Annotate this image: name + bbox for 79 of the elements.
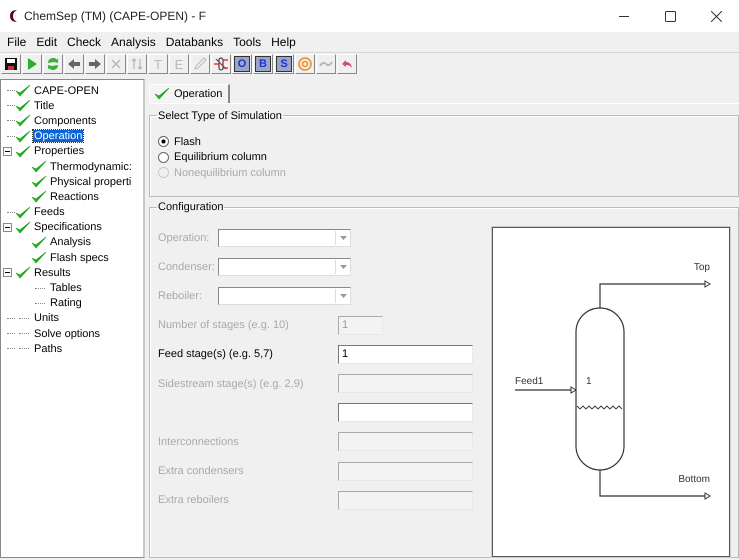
group-title: Configuration xyxy=(157,201,224,213)
window-title: ChemSep (TM) (CAPE-OPEN) - F xyxy=(24,9,208,23)
radio-button[interactable] xyxy=(158,152,169,163)
field-label: Feed stage(s) (e.g. 5,7) xyxy=(158,348,274,360)
toolbar-button[interactable]: S xyxy=(274,54,294,74)
pencil-icon xyxy=(192,56,208,72)
maximize-icon xyxy=(664,10,676,22)
forward-button[interactable] xyxy=(85,54,105,74)
tree-item[interactable]: Feeds xyxy=(33,206,66,218)
dropdown[interactable] xyxy=(218,286,351,305)
feed-label: Feed1 xyxy=(515,376,544,387)
tree-item[interactable]: Physical properti xyxy=(49,176,132,188)
option-label: Nonequilibrium column xyxy=(174,166,286,179)
collapse-icon[interactable] xyxy=(3,146,12,156)
close-icon xyxy=(710,10,722,22)
tree-item[interactable]: Specifications xyxy=(33,221,103,234)
tree-item[interactable]: Thermodynamic: xyxy=(49,160,133,173)
menu-item[interactable]: File xyxy=(2,35,32,49)
menu-item[interactable]: Check xyxy=(62,35,106,49)
app-logo-icon xyxy=(8,9,18,23)
collapse-icon[interactable] xyxy=(3,268,12,278)
tree-item[interactable]: Components xyxy=(33,114,98,127)
menu-item[interactable]: Edit xyxy=(31,35,62,49)
tree-item[interactable]: Analysis xyxy=(49,236,92,248)
tree-item[interactable]: Rating xyxy=(49,297,83,310)
field-label: Sidestream stage(s) (e.g. 2,9) xyxy=(158,378,305,390)
undo-button[interactable] xyxy=(337,54,357,74)
menu-item[interactable]: Analysis xyxy=(106,35,161,49)
option-label: Flash xyxy=(174,136,201,148)
save-button[interactable] xyxy=(1,54,21,74)
tree-item[interactable]: Solve options xyxy=(33,328,102,340)
tree-item[interactable]: Units xyxy=(33,312,60,324)
dropdown-arrow-icon xyxy=(340,264,346,269)
tree-item[interactable]: Flash specs xyxy=(49,252,110,264)
field-label: Condenser: xyxy=(158,260,216,273)
collapse-icon[interactable] xyxy=(3,222,12,232)
column-icon xyxy=(213,56,229,72)
up-down-arrows-icon xyxy=(129,56,145,72)
field-label: Reboiler: xyxy=(158,290,204,302)
back-button[interactable] xyxy=(64,54,84,74)
right-arrow-icon xyxy=(87,56,103,72)
option-label: Equilibrium column xyxy=(174,151,267,164)
text-field[interactable] xyxy=(338,403,473,422)
target-icon xyxy=(297,56,313,72)
field-label: Extra condensers xyxy=(158,465,245,478)
dropdown-arrow-icon xyxy=(340,236,346,240)
field-label: Number of stages (e.g. 10) xyxy=(158,319,290,332)
tree-item[interactable]: Operation xyxy=(33,130,84,142)
bottom-label: Bottom xyxy=(678,474,710,485)
dropdown-arrow-icon xyxy=(340,294,346,298)
tree-item[interactable]: Title xyxy=(33,100,56,112)
tree-item[interactable]: CAPE-OPEN xyxy=(33,84,100,97)
field-label: Interconnections xyxy=(158,436,240,448)
tree-item[interactable]: Tables xyxy=(49,282,83,294)
toolbar-button[interactable] xyxy=(211,54,231,74)
radio-button[interactable] xyxy=(158,136,169,148)
field-label: Operation: xyxy=(158,232,210,244)
tree-item[interactable]: Results xyxy=(33,266,72,279)
menu-item[interactable]: Databanks xyxy=(160,35,228,49)
tree-item[interactable]: Reactions xyxy=(49,190,100,203)
top-label: Top xyxy=(694,262,710,273)
group-title: Select Type of Simulation xyxy=(157,110,283,122)
menu-item[interactable]: Help xyxy=(266,35,301,49)
menu-item[interactable]: Tools xyxy=(228,35,266,49)
refresh-button[interactable] xyxy=(43,54,63,74)
text-field[interactable]: 1 xyxy=(338,344,473,364)
toolbar-button[interactable]: O xyxy=(232,54,252,74)
tree-item[interactable]: Properties xyxy=(33,145,86,158)
left-arrow-icon xyxy=(66,56,82,72)
stage-label: 1 xyxy=(586,376,592,387)
dropdown[interactable] xyxy=(218,228,351,247)
dropdown[interactable] xyxy=(218,258,351,276)
tab[interactable]: Operation xyxy=(149,84,230,103)
tree-item[interactable]: Paths xyxy=(33,342,64,355)
zigzag-line xyxy=(576,405,622,410)
field-label: Extra reboilers xyxy=(158,494,230,506)
toolbar-button[interactable]: B xyxy=(253,54,273,74)
circular-arrows-icon xyxy=(45,56,61,72)
feed-stream-arrow xyxy=(515,386,577,394)
